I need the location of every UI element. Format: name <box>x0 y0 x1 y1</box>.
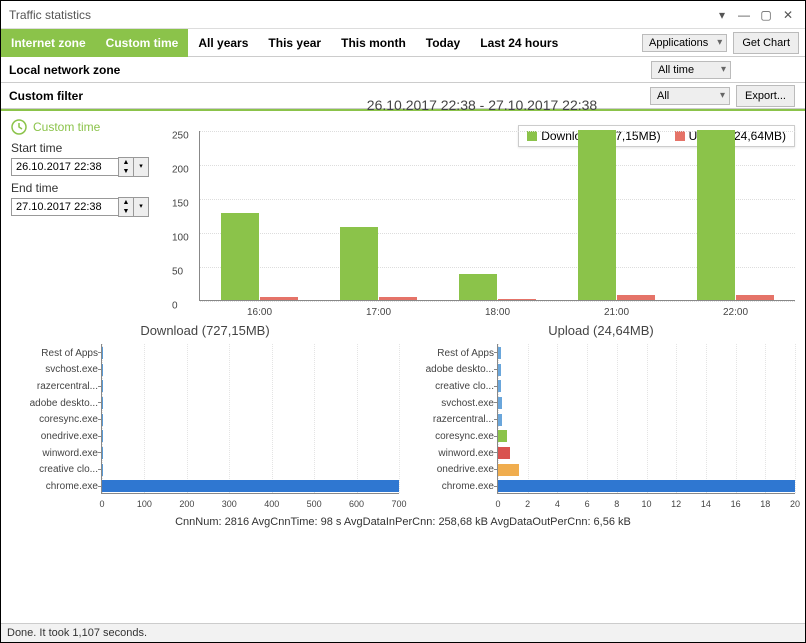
calendar-icon[interactable]: ▾ <box>134 158 148 176</box>
close-icon[interactable]: ✕ <box>779 8 797 22</box>
custom-filter-label[interactable]: Custom filter <box>5 89 83 103</box>
alltime-dropdown[interactable]: All time <box>651 61 731 79</box>
tab-internet-zone[interactable]: Internet zone <box>1 29 96 57</box>
start-time-input[interactable] <box>11 158 119 176</box>
minimize-icon[interactable]: — <box>735 8 753 22</box>
calendar-icon[interactable]: ▾ <box>134 198 148 216</box>
spin-down-icon[interactable]: ▼ <box>119 207 133 216</box>
tab-custom-time[interactable]: Custom time <box>96 29 189 57</box>
tab-this-year[interactable]: This year <box>258 29 331 57</box>
stats-line: CnnNum: 2816 AvgCnnTime: 98 s AvgDataInP… <box>11 516 795 528</box>
spin-up-icon[interactable]: ▲ <box>119 198 133 207</box>
tab-today[interactable]: Today <box>416 29 470 57</box>
upload-bar-chart: 02468101214161820Rest of Appsadobe deskt… <box>497 344 795 494</box>
download-bar-chart: 0100200300400500600700Rest of Appssvchos… <box>101 344 399 494</box>
applications-dropdown[interactable]: Applications <box>642 34 727 52</box>
maximize-icon[interactable]: ▢ <box>757 8 775 22</box>
local-zone-label[interactable]: Local network zone <box>5 63 120 77</box>
titlebar: Traffic statistics ▾ — ▢ ✕ <box>1 1 805 29</box>
window-title: Traffic statistics <box>9 8 91 22</box>
tab-all-years[interactable]: All years <box>188 29 258 57</box>
status-bar: Done. It took 1,107 seconds. <box>1 623 805 642</box>
tab-this-month[interactable]: This month <box>331 29 416 57</box>
spin-down-icon[interactable]: ▼ <box>119 167 133 176</box>
toolbar-row2: Local network zone All time <box>1 57 805 83</box>
custom-time-header: Custom time <box>11 119 161 135</box>
end-time-input[interactable] <box>11 198 119 216</box>
tab-last-24h[interactable]: Last 24 hours <box>470 29 568 57</box>
clock-icon <box>11 119 27 135</box>
get-chart-button[interactable]: Get Chart <box>733 32 799 54</box>
start-time-label: Start time <box>11 141 161 155</box>
main-chart-title: 26.10.2017 22:38 - 27.10.2017 22:38 <box>169 97 795 113</box>
spin-up-icon[interactable]: ▲ <box>119 158 133 167</box>
toolbar-row1: Internet zone Custom time All years This… <box>1 29 805 57</box>
main-bar-chart: 05010015020025016:0017:0018:0021:0022:00 <box>199 131 795 301</box>
end-time-label: End time <box>11 181 161 195</box>
dropdown-icon[interactable]: ▾ <box>713 8 731 22</box>
download-chart-title: Download (727,15MB) <box>11 323 399 338</box>
upload-chart-title: Upload (24,64MB) <box>407 323 795 338</box>
